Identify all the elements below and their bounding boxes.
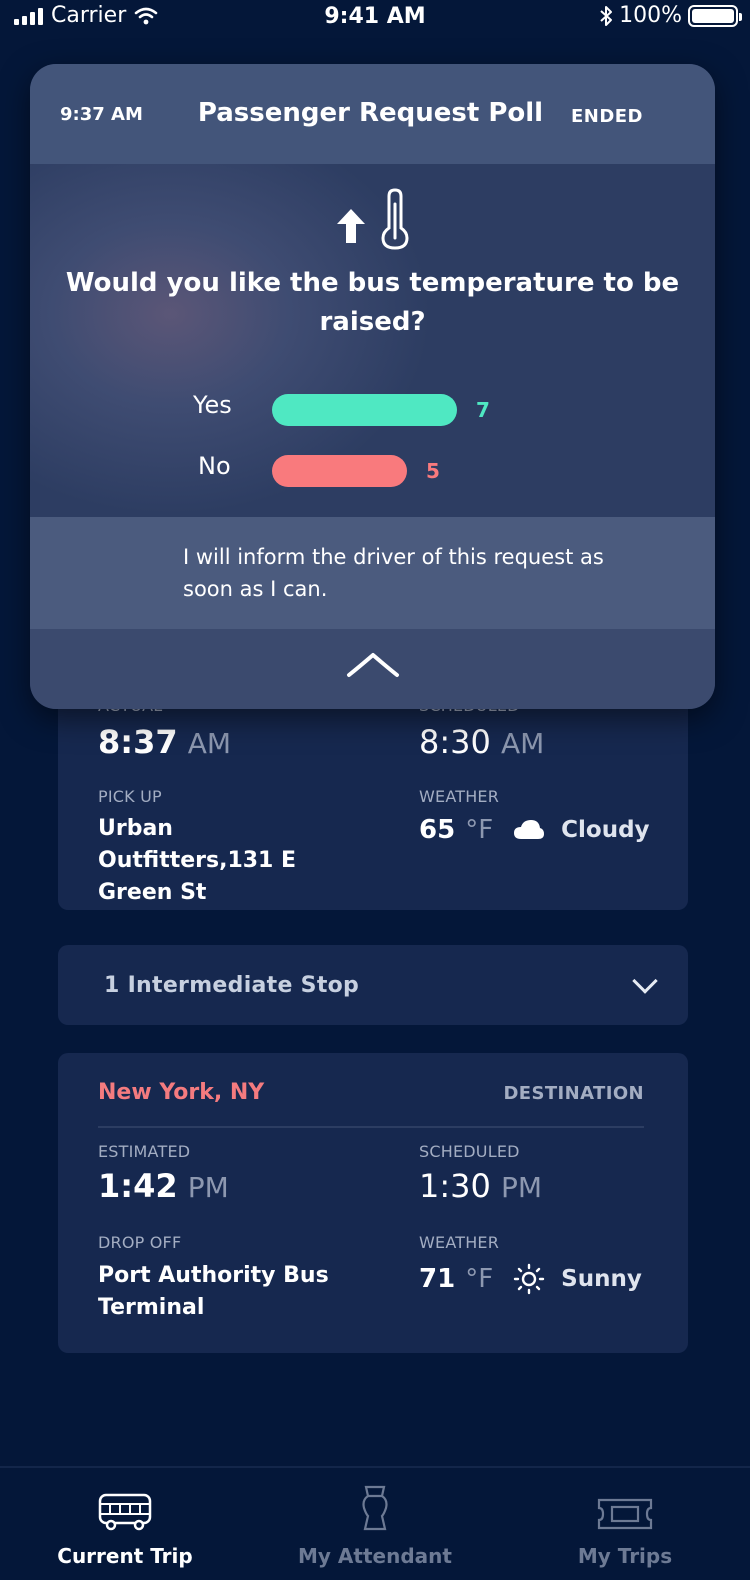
dest-scheduled-value: 1:30 [419,1167,491,1205]
battery-percent: 100% [619,3,682,28]
scheduled-time: 8:30 AM [419,723,544,761]
tab-my-trips[interactable]: My Trips [500,1468,750,1580]
dest-weather: 71 °F Sunny [419,1263,642,1295]
poll-card: 9:37 AM Passenger Request Poll ENDED Wou… [30,64,715,709]
chevron-down-icon [632,968,658,994]
origin-temp: 65 [419,815,456,845]
actual-time-ampm: AM [187,727,232,760]
origin-condition: Cloudy [561,817,650,843]
poll-question: Would you like the bus temperature to be… [65,268,680,337]
option-yes-bar [272,394,457,426]
scheduled-time-ampm: AM [501,727,545,760]
battery-icon [688,4,742,27]
poll-status: ENDED [570,106,643,127]
collapse-button[interactable] [345,649,401,689]
option-yes-count: 7 [476,398,490,422]
dest-scheduled-label: SCHEDULED [419,1142,520,1161]
dest-condition: Sunny [561,1266,642,1292]
actual-time-value: 8:37 [98,723,178,761]
poll-footer [30,629,715,709]
scheduled-time-value: 8:30 [419,723,491,761]
status-right: 100% [599,3,742,28]
status-bar: Carrier 9:41 AM 100% [0,0,750,34]
divider [98,1126,644,1128]
estimated-time-ampm: PM [187,1171,229,1204]
poll-message-box: I will inform the driver of this request… [30,517,715,629]
tab-my-attendant-label: My Attendant [298,1544,452,1568]
option-no-bar [272,455,407,487]
estimated-time: 1:42 PM [98,1167,229,1205]
dest-temp-unit: °F [465,1264,494,1294]
tab-my-attendant[interactable]: My Attendant [250,1468,500,1580]
bluetooth-icon [599,5,613,27]
tab-bar: Current Trip My Attendant My Trips [0,1466,750,1580]
poll-icons [30,188,715,250]
intermediate-stop-toggle[interactable]: 1 Intermediate Stop [58,945,688,1025]
estimated-label: ESTIMATED [98,1142,191,1161]
intermediate-stop-label: 1 Intermediate Stop [104,972,360,998]
bus-icon [97,1490,153,1532]
actual-time: 8:37 AM [98,723,231,761]
option-yes-label: Yes [193,391,232,419]
ticket-icon [596,1490,654,1532]
poll-header: 9:37 AM Passenger Request Poll ENDED [30,64,715,164]
origin-weather: 65 °F Cloudy [419,815,650,845]
dest-temp: 71 [419,1264,456,1294]
pickup-label: PICK UP [98,787,162,806]
dest-scheduled-time: 1:30 PM [419,1167,542,1205]
dropoff-label: DROP OFF [98,1233,182,1252]
option-no-count: 5 [426,459,440,483]
poll-message: I will inform the driver of this request… [183,545,604,601]
option-no-label: No [198,452,231,480]
arrow-up-icon [336,208,366,244]
cloud-icon [513,819,545,841]
dest-weather-label: WEATHER [419,1233,500,1252]
thermometer-icon [380,188,410,250]
tab-current-trip[interactable]: Current Trip [0,1468,250,1580]
origin-weather-label: WEATHER [419,787,500,806]
dest-scheduled-ampm: PM [501,1171,543,1204]
attendant-icon [358,1485,392,1532]
sun-icon [513,1263,545,1295]
dropoff-address: Port Authority Bus Terminal [98,1263,329,1320]
tab-my-trips-label: My Trips [577,1544,673,1568]
destination-city: New York, NY [98,1080,265,1105]
tab-current-trip-label: Current Trip [57,1544,193,1568]
pickup-address: Urban Outfitters,131 E Green St [98,816,297,905]
chevron-up-icon [347,653,399,677]
estimated-time-value: 1:42 [98,1167,178,1205]
destination-card: New York, NY DESTINATION ESTIMATED 1:42 … [58,1053,688,1353]
origin-temp-unit: °F [465,815,494,845]
destination-tag: DESTINATION [503,1083,644,1104]
